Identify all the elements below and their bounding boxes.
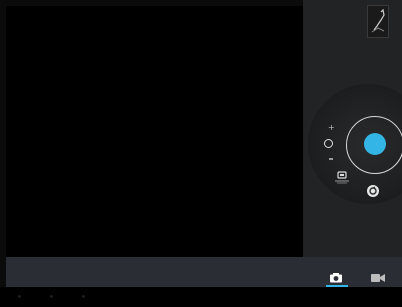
zoom-minus-icon [329,158,333,160]
mode-switcher-bar [6,257,402,287]
photo-thumbnail-icon[interactable] [367,5,389,38]
video-mode-icon[interactable] [371,268,385,282]
system-nav-bar [0,287,402,307]
nav-back-icon[interactable] [18,295,21,298]
nav-recents-icon[interactable] [82,295,85,298]
switch-camera-icon[interactable] [366,183,380,197]
camera-viewfinder[interactable] [6,6,303,257]
zoom-plus-label: + [328,123,335,132]
camera-settings-icon[interactable] [334,170,350,184]
shutter-button[interactable] [364,133,386,155]
camera-screen: + [0,0,402,307]
nav-home-icon[interactable] [50,295,53,298]
zoom-slider-knob[interactable] [324,139,333,148]
camera-mode-icon[interactable] [330,268,342,283]
